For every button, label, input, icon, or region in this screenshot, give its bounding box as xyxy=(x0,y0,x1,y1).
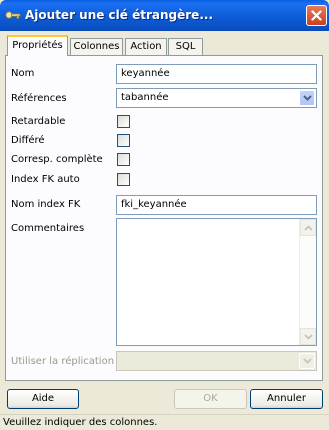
corresp-complete-checkbox[interactable] xyxy=(117,153,130,166)
scroll-down-button[interactable] xyxy=(300,328,316,345)
retardable-label: Retardable xyxy=(11,116,66,127)
commentaires-label: Commentaires xyxy=(11,223,85,234)
annuler-button[interactable]: Annuler xyxy=(250,389,323,409)
tab-label: SQL xyxy=(175,41,196,52)
tab-sql[interactable]: SQL xyxy=(168,38,203,55)
nom-index-fk-label: Nom index FK xyxy=(11,199,81,210)
tab-action[interactable]: Action xyxy=(125,38,167,55)
nom-input[interactable]: keyannée xyxy=(116,64,317,84)
ok-button[interactable]: OK xyxy=(174,389,247,409)
index-fk-auto-label: Index FK auto xyxy=(11,174,80,185)
status-bar: Veuillez indiquer des colonnes. xyxy=(0,414,329,430)
window-title: Ajouter une clé étrangère... xyxy=(25,8,213,22)
tab-colonnes[interactable]: Colonnes xyxy=(70,38,123,55)
retardable-checkbox[interactable] xyxy=(117,115,130,128)
title-bar[interactable]: Ajouter une clé étrangère... xyxy=(0,0,329,31)
index-fk-auto-checkbox[interactable] xyxy=(117,173,130,186)
chevron-down-icon xyxy=(303,95,312,101)
aide-button[interactable]: Aide xyxy=(7,389,79,409)
foreign-key-icon xyxy=(5,11,21,19)
tab-proprietes[interactable]: Propriétés xyxy=(7,35,68,56)
references-label: Références xyxy=(11,93,67,104)
references-select[interactable]: tabannée xyxy=(116,88,317,108)
chevron-down-icon xyxy=(304,334,313,340)
references-dropdown-button[interactable] xyxy=(299,90,315,106)
nom-index-fk-input[interactable]: fki_keyannée xyxy=(116,195,317,215)
dialog-window: Ajouter une clé étrangère... Propriétés … xyxy=(0,0,329,430)
commentaires-textarea[interactable] xyxy=(116,218,317,346)
differe-label: Différé xyxy=(11,135,45,146)
references-value: tabannée xyxy=(121,92,169,103)
close-icon xyxy=(311,10,322,21)
replication-dropdown-button[interactable] xyxy=(299,353,315,369)
scroll-up-button[interactable] xyxy=(300,219,316,236)
status-text: Veuillez indiquer des colonnes. xyxy=(3,417,158,428)
nom-label: Nom xyxy=(11,68,35,79)
corresp-complete-label: Corresp. complète xyxy=(11,154,103,165)
tab-label: Propriétés xyxy=(12,40,63,51)
tab-label: Colonnes xyxy=(73,41,120,52)
close-button[interactable] xyxy=(306,5,327,26)
commentaires-scrollbar[interactable] xyxy=(299,219,316,345)
replication-select[interactable] xyxy=(116,351,317,371)
replication-label: Utiliser la réplication xyxy=(11,356,115,367)
chevron-down-icon xyxy=(303,358,312,364)
chevron-up-icon xyxy=(304,225,313,231)
tab-label: Action xyxy=(130,41,162,52)
differe-checkbox[interactable] xyxy=(117,134,130,147)
